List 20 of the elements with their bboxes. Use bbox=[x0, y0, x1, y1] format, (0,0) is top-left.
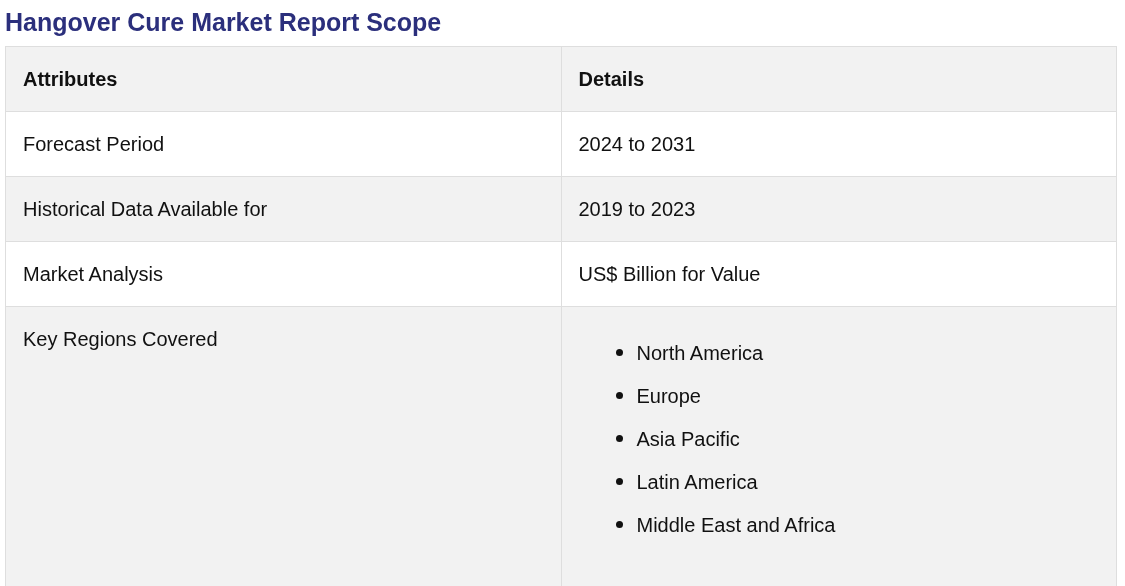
table-cell: Historical Data Available for bbox=[5, 176, 561, 242]
table-cell: US$ Billion for Value bbox=[561, 241, 1117, 307]
list-item: Europe bbox=[636, 383, 701, 408]
bullet-icon bbox=[615, 392, 623, 399]
report-title: Hangover Cure Market Report Scope bbox=[5, 7, 443, 38]
bullet-icon bbox=[615, 478, 623, 485]
bullet-icon bbox=[615, 349, 623, 356]
column-header: Attributes bbox=[5, 46, 561, 112]
bullet-icon bbox=[615, 521, 623, 528]
column-header: Details bbox=[561, 46, 1117, 112]
table-cell: 2024 to 2031 bbox=[561, 111, 1117, 177]
bullet-icon bbox=[615, 435, 623, 442]
list-item: Asia Pacific bbox=[636, 426, 740, 451]
table-cell: Forecast Period bbox=[5, 111, 561, 177]
table-cell: Market Analysis bbox=[5, 241, 561, 307]
table-cell: Key Regions Covered bbox=[5, 306, 561, 586]
list-item: Middle East and Africa bbox=[636, 512, 836, 537]
list-item: Latin America bbox=[636, 469, 758, 494]
table-cell: 2019 to 2023 bbox=[561, 176, 1117, 242]
list-item: North America bbox=[636, 340, 764, 365]
